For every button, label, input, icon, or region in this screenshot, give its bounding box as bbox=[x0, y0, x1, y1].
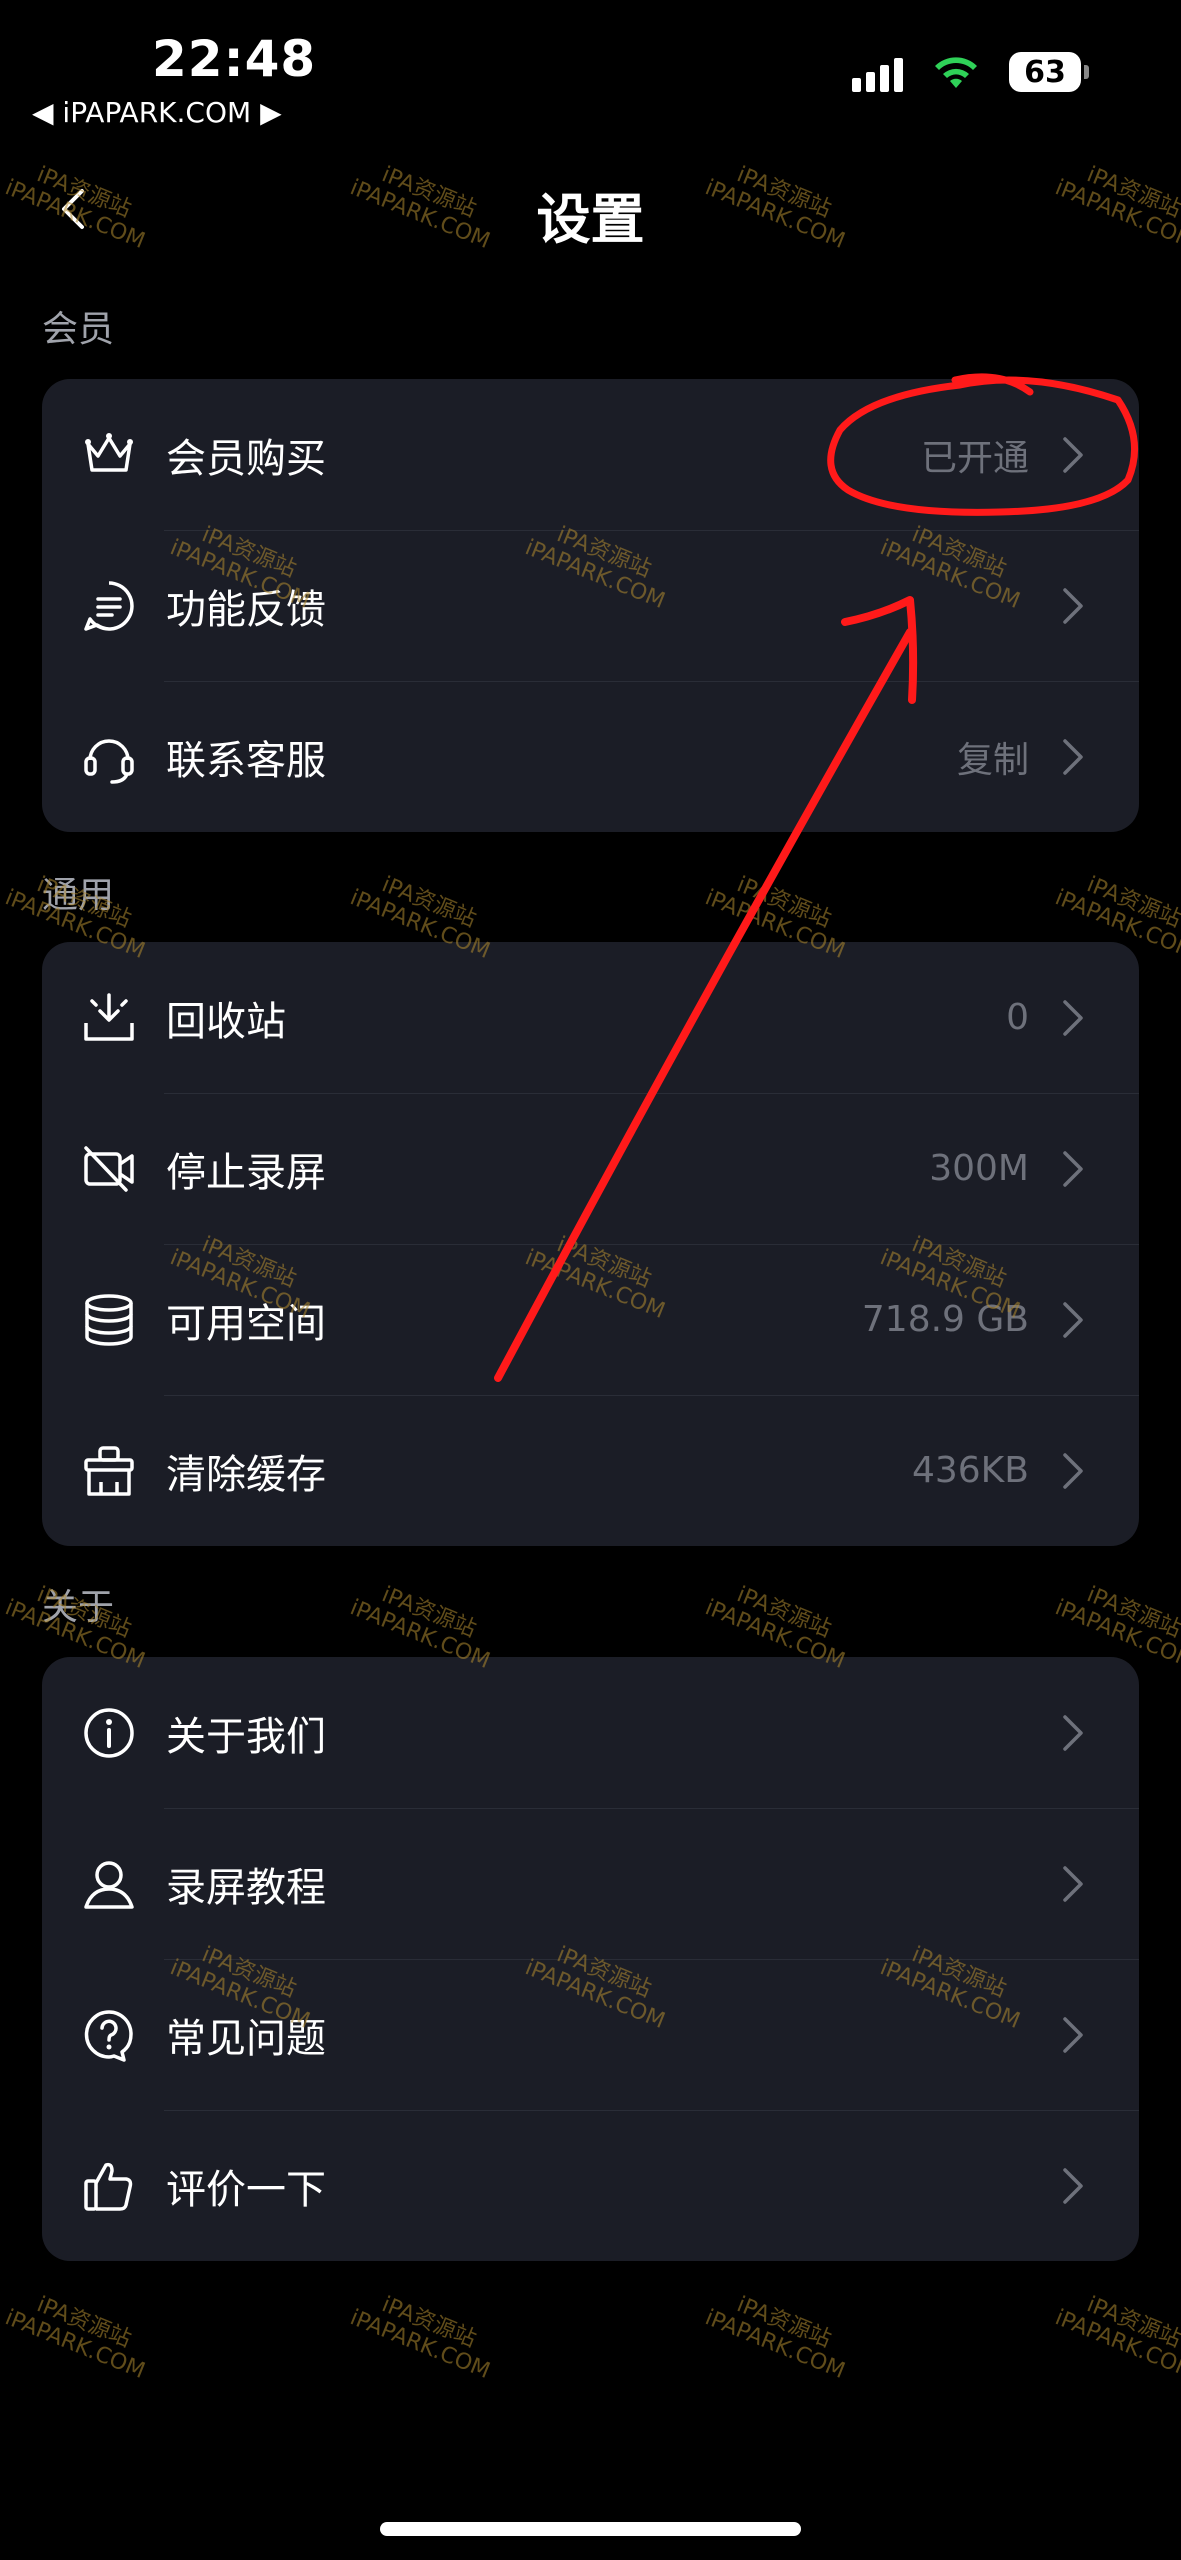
user-tutorial-icon bbox=[80, 1855, 138, 1913]
chevron-right-icon bbox=[1063, 1452, 1083, 1489]
group-general: 回收站 0 停止录屏 300M 可用空间 718.9 GB 清除缓存 436KB bbox=[42, 942, 1139, 1546]
row-label: 清除缓存 bbox=[166, 1451, 326, 1498]
row-label: 常见问题 bbox=[166, 2015, 326, 2062]
row-recording-tutorial[interactable]: 录屏教程 bbox=[42, 1808, 1139, 1959]
recycle-bin-icon bbox=[80, 989, 138, 1047]
chevron-right-icon bbox=[1063, 587, 1083, 624]
row-clear-cache[interactable]: 清除缓存 436KB bbox=[42, 1395, 1139, 1546]
storage-icon bbox=[80, 1291, 138, 1349]
row-recycle-bin[interactable]: 回收站 0 bbox=[42, 942, 1139, 1093]
status-bar: 22:48 ◀ iPAPARK.COM ▶ 63 bbox=[0, 0, 1181, 140]
watermark: iPA资源站 iPAPARK.COM bbox=[346, 2292, 494, 2385]
section-title-general: 通用 bbox=[42, 875, 115, 916]
battery-icon: 63 bbox=[1009, 52, 1089, 92]
back-to-app-link[interactable]: ◀ iPAPARK.COM ▶ bbox=[32, 96, 282, 129]
status-time: 22:48 bbox=[152, 30, 317, 88]
row-label: 会员购买 bbox=[166, 435, 326, 482]
chevron-right-icon bbox=[1063, 999, 1083, 1036]
row-label: 停止录屏 bbox=[166, 1149, 326, 1196]
row-label: 录屏教程 bbox=[166, 1864, 326, 1911]
row-label: 可用空间 bbox=[166, 1300, 326, 1347]
cellular-signal-icon bbox=[852, 52, 903, 92]
nav-bar: 设置 bbox=[0, 155, 1181, 265]
section-title-about: 关于 bbox=[42, 1587, 115, 1628]
row-membership-purchase[interactable]: 会员购买 已开通 bbox=[42, 379, 1139, 530]
group-membership: 会员购买 已开通 功能反馈 联系客服 复制 bbox=[42, 379, 1139, 832]
row-label: 关于我们 bbox=[166, 1713, 326, 1760]
row-label: 联系客服 bbox=[166, 737, 326, 784]
wifi-icon bbox=[935, 57, 977, 88]
row-contact-support[interactable]: 联系客服 复制 bbox=[42, 681, 1139, 832]
camera-off-icon bbox=[80, 1140, 138, 1198]
info-icon bbox=[80, 1704, 138, 1762]
chevron-right-icon bbox=[1063, 1865, 1083, 1902]
row-value: 718.9 GB bbox=[861, 1299, 1029, 1340]
row-rate-app[interactable]: 评价一下 bbox=[42, 2110, 1139, 2261]
row-value: 300M bbox=[929, 1148, 1029, 1189]
row-faq[interactable]: 常见问题 bbox=[42, 1959, 1139, 2110]
chevron-right-icon bbox=[1063, 1714, 1083, 1751]
feedback-icon bbox=[80, 577, 138, 635]
row-about-us[interactable]: 关于我们 bbox=[42, 1657, 1139, 1808]
status-icons: 63 bbox=[852, 52, 1089, 92]
watermark: iPA资源站 iPAPARK.COM bbox=[1, 2292, 149, 2385]
chevron-right-icon bbox=[1063, 1301, 1083, 1338]
row-stop-recording[interactable]: 停止录屏 300M bbox=[42, 1093, 1139, 1244]
row-label: 回收站 bbox=[166, 998, 286, 1045]
watermark: iPA资源站 iPAPARK.COM bbox=[701, 2292, 849, 2385]
chevron-right-icon bbox=[1063, 2016, 1083, 2053]
chevron-right-icon bbox=[1063, 2167, 1083, 2204]
home-indicator[interactable] bbox=[380, 2522, 801, 2536]
faq-icon bbox=[80, 2006, 138, 2064]
row-value: 0 bbox=[1006, 997, 1029, 1038]
chevron-right-icon bbox=[1063, 738, 1083, 775]
row-value: 436KB bbox=[911, 1450, 1029, 1491]
row-value: 复制 bbox=[956, 739, 1029, 781]
row-value: 已开通 bbox=[920, 437, 1029, 479]
broom-icon bbox=[80, 1442, 138, 1500]
page-title: 设置 bbox=[536, 188, 645, 251]
row-label: 评价一下 bbox=[166, 2166, 326, 2213]
row-available-space[interactable]: 可用空间 718.9 GB bbox=[42, 1244, 1139, 1395]
watermark: iPA资源站 iPAPARK.COM bbox=[1051, 2292, 1181, 2385]
chevron-right-icon bbox=[1063, 1150, 1083, 1187]
row-feedback[interactable]: 功能反馈 bbox=[42, 530, 1139, 681]
section-title-membership: 会员 bbox=[42, 309, 115, 350]
battery-level: 63 bbox=[1024, 54, 1066, 90]
thumbs-up-icon bbox=[80, 2157, 138, 2215]
row-label: 功能反馈 bbox=[166, 586, 326, 633]
group-about: 关于我们 录屏教程 常见问题 评价一下 bbox=[42, 1657, 1139, 2261]
headset-icon bbox=[80, 728, 138, 786]
crown-icon bbox=[80, 426, 138, 484]
chevron-right-icon bbox=[1063, 436, 1083, 473]
